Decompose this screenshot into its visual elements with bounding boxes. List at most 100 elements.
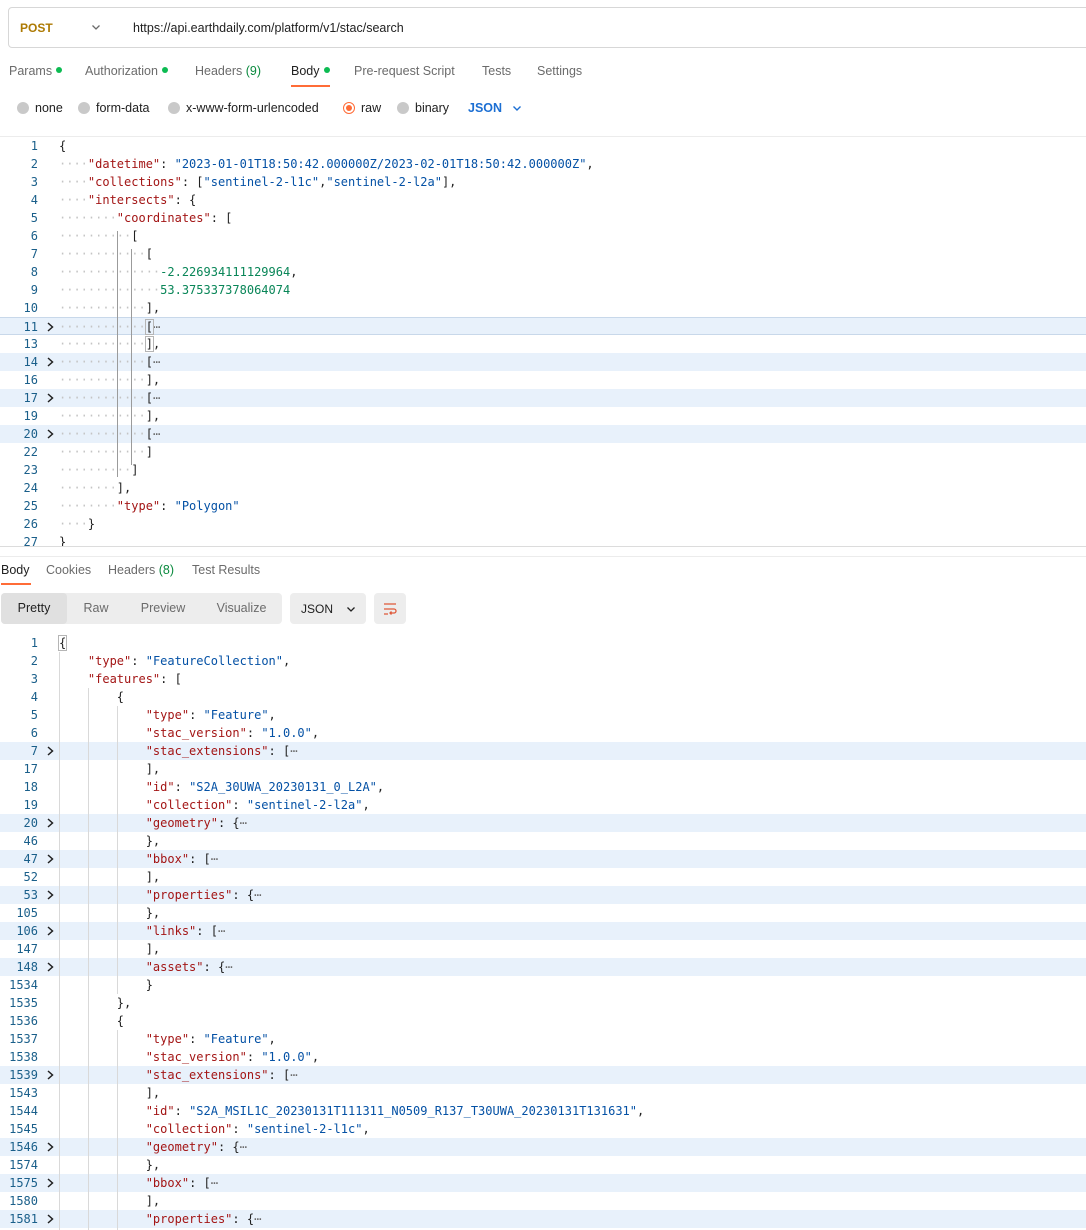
radio-binary[interactable]: binary [397, 101, 449, 115]
line-number: 17 [23, 762, 38, 776]
tab-label: Pre-request Script [354, 64, 455, 78]
code-text: { [116, 1014, 125, 1028]
view-raw-button[interactable]: Raw [67, 593, 125, 624]
chevron-right-icon[interactable] [45, 817, 55, 829]
code-line: 53 "properties": {⋯ [0, 886, 1086, 904]
radio-circle-icon [397, 102, 409, 114]
code-text: "id": "S2A_MSIL1C_20230131T111311_N0509_… [145, 1104, 645, 1118]
code-text: ····"datetime": "2023-01-01T18:50:42.000… [59, 157, 594, 171]
radio-raw[interactable]: raw [343, 101, 381, 115]
code-text: }, [145, 906, 161, 920]
tab-headers[interactable]: Headers (9) [195, 64, 261, 78]
code-line: 106 "links": [⋯ [0, 922, 1086, 940]
code-text: "assets": {⋯ [145, 960, 233, 974]
view-pretty-button[interactable]: Pretty [1, 593, 67, 624]
line-number: 106 [16, 924, 38, 938]
request-body-editor[interactable]: 1{2 ····"datetime": "2023-01-01T18:50:42.… [0, 136, 1086, 547]
response-tab-body[interactable]: Body [1, 563, 30, 577]
code-line: 11 ············[⋯ [0, 317, 1086, 335]
radio-circle-icon [343, 102, 355, 114]
line-number: 1 [30, 636, 38, 650]
line-number: 6 [30, 229, 38, 243]
wrap-lines-button[interactable] [374, 593, 406, 624]
tab-params[interactable]: Params [9, 64, 63, 78]
chevron-down-icon [92, 25, 100, 30]
code-text: "stac_version": "1.0.0", [145, 726, 320, 740]
code-text: "links": [⋯ [145, 924, 226, 938]
tab-authorization[interactable]: Authorization [85, 64, 168, 78]
chevron-right-icon[interactable] [45, 925, 55, 937]
code-text: "properties": {⋯ [145, 888, 262, 902]
tab-label: Tests [482, 64, 512, 78]
chevron-right-icon[interactable] [45, 1177, 55, 1189]
indent-guide [117, 231, 118, 477]
code-line: 5 ········"coordinates": [ [0, 209, 1086, 227]
radio-circle-icon [168, 102, 180, 114]
line-number: 1534 [9, 978, 38, 992]
line-number: 18 [23, 780, 38, 794]
code-text: ··········] [59, 463, 139, 477]
response-tab-headers[interactable]: Headers (8) [108, 563, 174, 577]
line-number: 1546 [9, 1140, 38, 1154]
code-text: ············], [59, 336, 161, 352]
body-format-select[interactable]: JSON [468, 101, 522, 115]
chevron-right-icon[interactable] [45, 1069, 55, 1081]
chevron-right-icon[interactable] [45, 321, 55, 333]
code-text: ············[⋯ [59, 355, 161, 369]
tab-tests[interactable]: Tests [482, 64, 511, 78]
code-line: 3 "features": [ [0, 670, 1086, 688]
tab-count: (9) [245, 64, 262, 78]
chevron-right-icon[interactable] [45, 745, 55, 757]
code-text: ··············-2.226934111129964, [59, 265, 298, 279]
view-preview-button[interactable]: Preview [125, 593, 201, 624]
line-number: 25 [23, 499, 38, 513]
tab-pre-request-script[interactable]: Pre-request Script [354, 64, 455, 78]
radio-label: form-data [96, 101, 150, 115]
chevron-right-icon[interactable] [45, 853, 55, 865]
chevron-right-icon[interactable] [45, 1141, 55, 1153]
code-text: ··········[ [59, 229, 139, 243]
response-tab-cookies[interactable]: Cookies [46, 563, 91, 577]
radio-circle-icon [78, 102, 90, 114]
code-text: ], [145, 1086, 161, 1100]
code-line: 1545 "collection": "sentinel-2-l1c", [0, 1120, 1086, 1138]
radio-none[interactable]: none [17, 101, 63, 115]
tab-label: Test Results [192, 563, 261, 577]
radio-form-data[interactable]: form-data [78, 101, 150, 115]
status-dot-icon [56, 67, 63, 73]
indent-guide [131, 249, 132, 465]
response-tab-test-results[interactable]: Test Results [192, 563, 260, 577]
code-line: 52 ], [0, 868, 1086, 886]
code-text: ············[⋯ [59, 391, 161, 405]
view-visualize-button[interactable]: Visualize [201, 593, 282, 624]
radio-x-www-form-urlencoded[interactable]: x-www-form-urlencoded [168, 101, 319, 115]
code-text: ············], [59, 373, 161, 387]
response-body-viewer[interactable]: 1{2 "type": "FeatureCollection", 3 "featu… [0, 634, 1086, 1230]
method-select[interactable]: POST [9, 8, 117, 47]
url-input[interactable]: https://api.earthdaily.com/platform/v1/s… [117, 8, 1086, 47]
active-tab-underline [291, 85, 330, 87]
chevron-right-icon[interactable] [45, 889, 55, 901]
tab-settings[interactable]: Settings [537, 64, 582, 78]
body-type-radios: none form-data x-www-form-urlencoded raw bin… [0, 95, 1086, 121]
chevron-right-icon[interactable] [45, 428, 55, 440]
radio-label: binary [415, 101, 450, 115]
chevron-right-icon[interactable] [45, 961, 55, 973]
code-text: ], [145, 942, 161, 956]
chevron-right-icon[interactable] [45, 1213, 55, 1225]
line-number: 3 [30, 672, 38, 686]
indent-guide [117, 706, 118, 994]
radio-label: none [35, 101, 63, 115]
chevron-right-icon[interactable] [45, 392, 55, 404]
response-format-select[interactable]: JSON [290, 593, 366, 624]
code-text: "stac_extensions": [⋯ [145, 744, 298, 758]
tab-body[interactable]: Body [291, 64, 330, 78]
line-number: 17 [23, 391, 38, 405]
radio-circle-icon [17, 102, 29, 114]
line-number: 8 [30, 265, 38, 279]
code-line: 24 ········], [0, 479, 1086, 497]
line-number: 1581 [9, 1212, 38, 1226]
chevron-right-icon[interactable] [45, 356, 55, 368]
code-line: 1575 "bbox": [⋯ [0, 1174, 1086, 1192]
code-line: 1535 }, [0, 994, 1086, 1012]
